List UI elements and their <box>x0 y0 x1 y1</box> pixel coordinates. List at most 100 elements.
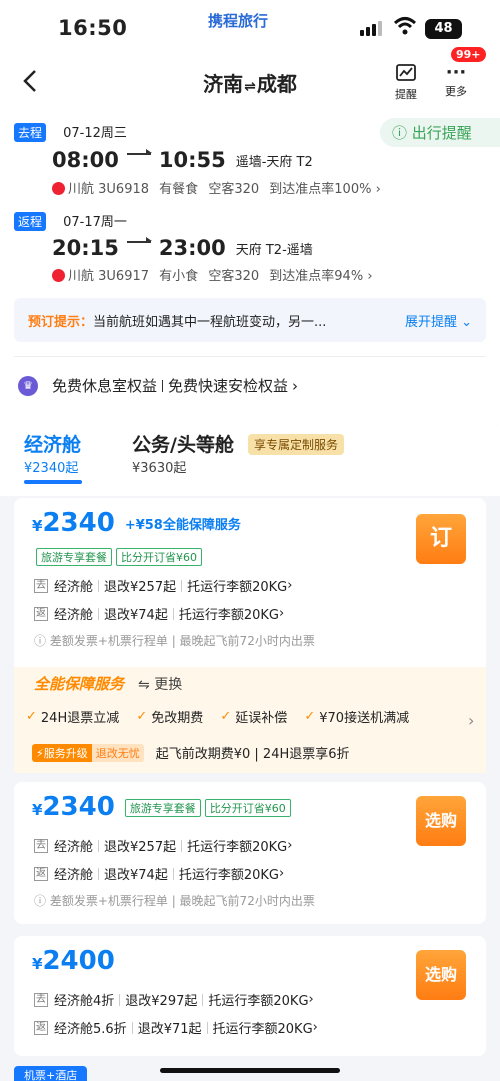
fare-outbound-line[interactable]: 去 经济舱 退改¥257起 托运行李额20KG › <box>34 836 292 855</box>
tab-business[interactable]: 公务/头等舱 ¥3630起 <box>132 430 234 476</box>
more-button[interactable]: ··· 更多 <box>436 63 476 99</box>
chevron-right-icon: › <box>363 269 373 284</box>
fare-outbound-line[interactable]: 去 经济舱4折 退改¥297起 托运行李额20KG › <box>34 990 314 1009</box>
tip-expand-button[interactable]: 展开提醒 ⌄ <box>405 311 472 330</box>
signal-icon <box>360 21 382 36</box>
outbound-times[interactable]: 08:00 10:55 遥墙-天府 T2 <box>52 148 313 172</box>
return-aircraft: 空客320 <box>208 269 260 284</box>
page-title: 济南⇌成都 <box>150 68 350 97</box>
swap-service-button[interactable]: ⇋ 更换 <box>138 674 182 694</box>
lightning-icon: ⚡ <box>36 746 44 760</box>
crown-icon: ♛ <box>18 375 38 396</box>
fare-note-text: 差额发票+机票行程单 | 最晚起飞前72小时内出票 <box>49 634 315 648</box>
upgrade-sub: 退改无忧 <box>91 743 144 762</box>
bundle-tab[interactable]: 机票+酒店 <box>14 1066 88 1081</box>
chevron-right-icon: › <box>371 182 381 197</box>
perk-security: 免费快速安检权益 <box>168 377 289 395</box>
trip-remind-button[interactable]: ⓘ 出行提醒 <box>380 118 500 147</box>
route-from: 济南 <box>203 72 244 96</box>
chevron-right-icon: › <box>292 376 299 395</box>
upgrade-tag: ⚡服务升级 <box>32 743 92 762</box>
tab-economy[interactable]: 经济舱 ¥2340起 <box>24 430 81 476</box>
swap-icon: ⇌ <box>244 79 256 95</box>
more-label: 更多 <box>445 85 467 98</box>
fare-price: ¥2340 <box>32 792 115 822</box>
outbound-tag: 去程 <box>14 123 47 142</box>
arrow-icon <box>126 149 152 155</box>
leg-baggage: 托运行李额20KG <box>212 1022 313 1037</box>
fare-price-value: 2400 <box>42 946 115 976</box>
notification-badge: 99+ <box>451 47 486 62</box>
leg-change: 退改¥71起 <box>137 1022 202 1037</box>
chevron-right-icon[interactable]: › <box>468 711 474 730</box>
leg-tag: 去 <box>34 578 48 593</box>
info-icon: ⓘ <box>392 124 408 142</box>
leg-cabin: 经济舱 <box>54 840 94 855</box>
return-tag: 返程 <box>14 212 47 231</box>
home-indicator <box>160 1068 340 1073</box>
order-button[interactable]: 订 <box>416 514 466 564</box>
fare-price-value: 2340 <box>42 792 115 822</box>
outbound-meta[interactable]: 川航 3U6918 有餐食 空客320 到达准点率100% › <box>52 178 381 197</box>
check-icon: ✓ <box>220 709 232 724</box>
wifi-icon <box>393 17 417 35</box>
back-icon[interactable] <box>16 66 46 96</box>
check-icon: ✓ <box>304 709 316 724</box>
trip-remind-label: 出行提醒 <box>411 124 472 142</box>
return-meta[interactable]: 川航 3U6917 有小食 空客320 到达准点率94% › <box>52 265 373 284</box>
tab-economy-price: ¥2340起 <box>24 461 79 476</box>
saving-pill: 比分开订省¥60 <box>204 799 291 817</box>
leg-cabin: 经济舱 <box>54 608 94 623</box>
service-item: ✓ 24H退票立减 <box>26 709 120 726</box>
service-items: ✓ 24H退票立减 ✓ 免改期费 ✓ 延误补偿 ✓ ¥70接送机满减 <box>26 705 466 726</box>
leg-tag: 返 <box>34 1020 48 1035</box>
fare-note: ⓘ 差额发票+机票行程单 | 最晚起飞前72小时内出票 <box>34 892 315 909</box>
return-depart: 20:15 <box>52 236 119 260</box>
remind-button[interactable]: 提醒 <box>386 63 426 102</box>
fare-return-line[interactable]: 返 经济舱 退改¥74起 托运行李额20KG › <box>34 604 284 623</box>
leg-cabin: 经济舱 <box>54 868 94 883</box>
return-times[interactable]: 20:15 23:00 天府 T2-遥墙 <box>52 236 313 260</box>
leg-tag: 去 <box>34 838 48 853</box>
leg-change: 退改¥257起 <box>104 580 177 595</box>
airline-logo-icon <box>52 182 65 195</box>
select-button[interactable]: 选购 <box>416 796 466 846</box>
upgrade-text: 起飞前改期费¥0 | 24H退票享6折 <box>155 747 350 762</box>
fare-card[interactable]: ¥2340 旅游专享套餐 比分开订省¥60 去 经济舱 退改¥257起 托运行李额… <box>14 782 486 924</box>
outbound-date: 07-12周三 <box>63 126 127 141</box>
fare-return-line[interactable]: 返 经济舱 退改¥74起 托运行李额20KG › <box>34 864 284 883</box>
fare-return-line[interactable]: 返 经济舱5.6折 退改¥71起 托运行李额20KG › <box>34 1018 318 1037</box>
return-header: 返程 07-17周一 <box>14 211 127 231</box>
booking-tip: 预订提示： 当前航班如遇其中一程航班变动，另一... 展开提醒 ⌄ <box>14 298 486 342</box>
tab-business-label: 公务/头等舱 <box>132 434 234 456</box>
service-item: ✓ 免改期费 <box>136 709 204 726</box>
info-icon: ⓘ <box>34 894 50 908</box>
leg-baggage: 托运行李额20KG <box>187 840 288 855</box>
service-band[interactable]: 全能保障服务 ⇋ 更换 ✓ 24H退票立减 ✓ 免改期费 ✓ 延误补偿 ✓ ¥70接送机… <box>14 667 486 773</box>
return-date: 07-17周一 <box>63 215 127 230</box>
leg-baggage: 托运行李额20KG <box>187 580 288 595</box>
tab-active-indicator <box>24 480 82 484</box>
leg-baggage: 托运行李额20KG <box>178 608 279 623</box>
service-title: 全能保障服务 <box>34 675 125 693</box>
service-item: ✓ ¥70接送机满减 <box>304 709 410 726</box>
outbound-header: 去程 07-12周三 <box>14 122 127 142</box>
leg-change: 退改¥74起 <box>104 608 168 623</box>
chevron-right-icon: › <box>287 838 293 853</box>
leg-baggage: 托运行李额20KG <box>178 868 279 883</box>
brand-logo: 携程旅行 <box>208 12 269 30</box>
fare-card[interactable]: ¥2400 去 经济舱4折 退改¥297起 托运行李额20KG › 返 经济舱5… <box>14 936 486 1056</box>
chart-alert-icon <box>396 64 416 81</box>
fare-outbound-line[interactable]: 去 经济舱 退改¥257起 托运行李额20KG › <box>34 576 292 595</box>
select-button[interactable]: 选购 <box>416 950 466 1000</box>
fare-price: ¥2400 <box>32 946 115 976</box>
outbound-ontime: 到达准点率100% <box>269 182 372 197</box>
arrow-icon <box>126 237 152 243</box>
remind-label: 提醒 <box>395 88 417 101</box>
leg-change: 退改¥297起 <box>125 994 198 1009</box>
airline-logo-icon <box>52 269 65 282</box>
perks-row[interactable]: ♛ 免费休息室权益 免费快速安检权益 › <box>18 375 298 396</box>
divider <box>14 356 486 357</box>
battery-icon: 48 <box>425 19 462 39</box>
leg-change: 退改¥74起 <box>104 868 168 883</box>
